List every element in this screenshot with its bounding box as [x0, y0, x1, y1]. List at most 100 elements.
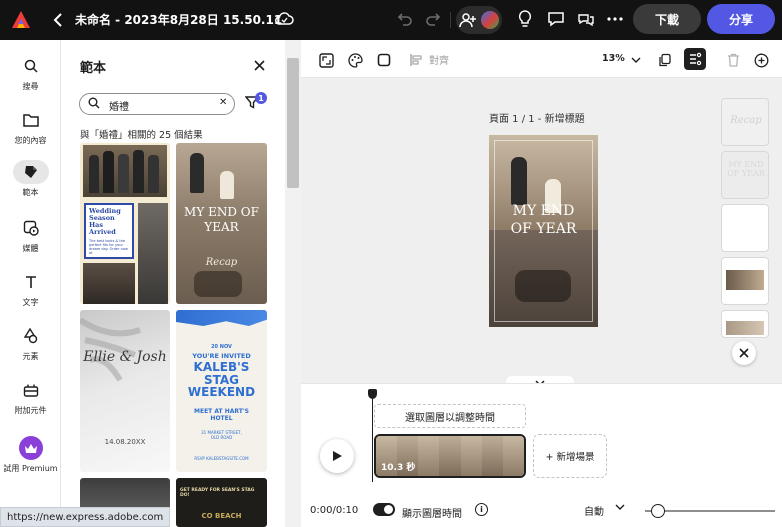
share-link-icon[interactable]	[576, 9, 596, 29]
rail-item-addons[interactable]: 附加元件	[0, 378, 61, 416]
page-thumb-photo	[726, 321, 764, 335]
template-date: 14.08.20XX	[104, 438, 146, 446]
color-palette-icon[interactable]	[346, 51, 364, 69]
clip-duration: 10.3 秒	[381, 463, 416, 473]
scene-clip[interactable]: 10.3 秒	[374, 434, 526, 478]
toggle-knob	[384, 505, 393, 514]
more-options-icon[interactable]	[605, 9, 625, 29]
canvas-toolbar: 對齊 13%	[301, 40, 782, 78]
layers-icon[interactable]	[684, 48, 706, 70]
align-icon[interactable]	[407, 51, 425, 69]
playhead[interactable]	[372, 390, 373, 482]
addons-icon	[15, 378, 47, 402]
crown-icon	[18, 436, 43, 460]
info-icon[interactable]: i	[475, 503, 488, 516]
show-layer-time-toggle[interactable]	[373, 503, 395, 516]
template-photo	[138, 203, 168, 304]
lightbulb-icon[interactable]	[515, 9, 535, 29]
play-icon	[333, 451, 342, 461]
page-label[interactable]: 頁面 1 / 1 - 新增標題	[489, 110, 585, 125]
zoom-level[interactable]: 13%	[602, 53, 625, 64]
template-photo	[83, 263, 135, 304]
rail-item-search[interactable]: 搜尋	[0, 54, 61, 92]
page-thumb[interactable]	[721, 257, 769, 305]
rail-item-label: 試用 Premium	[3, 464, 58, 473]
template-title: MY END OF YEAR	[184, 205, 259, 234]
template-card-stag-do[interactable]: GET READY FOR SEAN'S STAG DO! CO BEACH	[176, 478, 267, 527]
rail-item-media[interactable]: 媒體	[0, 216, 61, 254]
close-icon[interactable]	[250, 56, 268, 74]
chevron-down-icon[interactable]	[615, 502, 625, 513]
search-icon	[88, 97, 100, 112]
shape-square-icon[interactable]	[375, 51, 393, 69]
canvas-area: 頁面 1 / 1 - 新增標題 MY END OF YEAR Recap MY …	[301, 78, 782, 383]
playhead-handle[interactable]	[368, 389, 377, 399]
template-title: Ellie & Josh	[83, 349, 167, 365]
page-thumb[interactable]	[721, 310, 769, 338]
page-thumb[interactable]	[721, 204, 769, 252]
share-button[interactable]: 分享	[707, 4, 775, 34]
template-title: GET READY FOR SEAN'S STAG DO!	[180, 488, 255, 498]
timeline-zoom-slider-handle[interactable]	[650, 504, 665, 518]
page-thumb[interactable]: Recap	[721, 98, 769, 146]
resize-icon[interactable]	[317, 51, 335, 69]
text-icon	[15, 270, 47, 294]
template-card-end-of-year[interactable]: MY END OF YEAR Recap	[176, 143, 267, 304]
invite-collaborators-button[interactable]	[456, 6, 502, 34]
left-rail: 搜尋 您的內容 範本 媒體 文字 元素 附加元件 試用 Premium	[0, 40, 61, 527]
template-title: Wedding Season Has Arrived	[89, 207, 121, 237]
search-input[interactable]: 婚禮 ✕	[79, 93, 235, 115]
comment-icon[interactable]	[546, 9, 566, 29]
download-button[interactable]: 下載	[633, 4, 701, 34]
template-card-ellie-josh[interactable]: Ellie & Josh 14.08.20XX	[80, 310, 170, 472]
add-page-icon[interactable]	[752, 51, 770, 69]
adobe-express-logo-icon[interactable]	[9, 8, 33, 32]
cloud-sync-icon[interactable]	[274, 9, 294, 29]
rail-item-label: 範本	[22, 188, 39, 197]
templates-icon	[12, 160, 49, 184]
page-thumb-text: MY END OF YEAR	[727, 160, 765, 179]
page-thumb-text: Recap	[730, 115, 762, 126]
redo-icon[interactable]	[423, 9, 443, 29]
add-scene-button[interactable]: + 新增場景	[533, 434, 607, 478]
rail-item-your-content[interactable]: 您的內容	[0, 108, 61, 146]
top-bar: 未命名 - 2023年8月28日 15.50.11 下載 分享	[0, 0, 782, 40]
play-button[interactable]	[320, 439, 354, 473]
auto-select[interactable]: 自動	[584, 503, 604, 518]
template-card-stag-weekend[interactable]: 20 NOV YOU'RE INVITED KALEB'S STAG WEEKE…	[176, 310, 267, 472]
rail-item-label: 搜尋	[22, 82, 39, 91]
template-date: 20 NOV	[211, 344, 232, 350]
template-card-wedding-season[interactable]: Wedding Season Has Arrived The best look…	[80, 143, 170, 304]
template-invite: YOU'RE INVITED	[192, 352, 251, 360]
template-subtitle: The best looks & the perfect fits for yo…	[89, 238, 128, 256]
toolbar-divider	[450, 12, 451, 28]
clear-search-icon[interactable]: ✕	[219, 97, 227, 108]
page-thumb-photo	[726, 270, 764, 290]
template-rsvp: RSVP KALEBSTAGSITE.COM	[194, 456, 249, 461]
duplicate-page-icon[interactable]	[656, 51, 674, 69]
rail-item-label: 媒體	[22, 244, 39, 253]
template-subtitle: CO BEACH	[201, 512, 242, 520]
template-script: Recap	[205, 257, 238, 268]
user-avatar-icon[interactable]	[481, 11, 499, 29]
trash-icon[interactable]	[724, 51, 742, 69]
search-icon	[15, 54, 47, 78]
page-title-text[interactable]: MY END OF YEAR	[489, 203, 598, 238]
align-label[interactable]: 對齊	[429, 52, 449, 67]
document-title[interactable]: 未命名 - 2023年8月28日 15.50.11	[75, 11, 282, 28]
design-page[interactable]: MY END OF YEAR	[489, 135, 598, 327]
back-chevron-icon[interactable]	[50, 10, 66, 30]
panel-scrollbar-thumb[interactable]	[287, 58, 299, 188]
undo-icon[interactable]	[395, 9, 415, 29]
close-icon[interactable]	[732, 341, 756, 365]
rail-item-templates[interactable]: 範本	[0, 160, 61, 198]
search-value[interactable]: 婚禮	[109, 98, 129, 113]
page-thumb[interactable]: MY END OF YEAR	[721, 151, 769, 199]
time-readout: 0:00/0:10	[310, 505, 359, 516]
rail-item-elements[interactable]: 元素	[0, 324, 61, 362]
status-bar-url: https://new.express.adobe.com	[0, 507, 171, 527]
chevron-down-icon[interactable]	[627, 51, 645, 69]
result-count: 與「婚禮」相關的 25 個結果	[80, 130, 203, 141]
rail-item-text[interactable]: 文字	[0, 270, 61, 308]
rail-item-premium[interactable]: 試用 Premium	[0, 436, 61, 474]
